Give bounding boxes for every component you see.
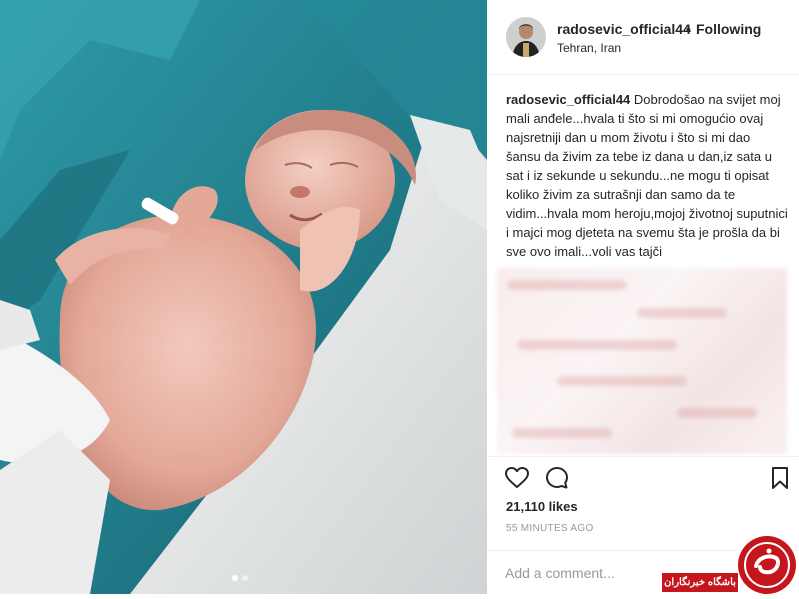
comment-input[interactable] [505, 563, 655, 583]
following-button[interactable]: Following [696, 21, 761, 37]
header-separator: • [686, 21, 691, 37]
watermark-text: باشگاه خبرنگاران [662, 573, 738, 592]
carousel-dot[interactable] [232, 575, 238, 581]
carousel-indicator [232, 575, 248, 581]
avatar-image [506, 17, 546, 57]
caption-username[interactable]: radosevic_official44 [506, 92, 630, 107]
speech-bubble-icon[interactable] [544, 465, 570, 491]
post-photo[interactable] [0, 0, 487, 594]
username-link[interactable]: radosevic_official44 [557, 21, 691, 37]
caption-text: Dobrodošao na svijet moj mali anđele...h… [506, 92, 788, 259]
avatar[interactable] [506, 17, 546, 57]
likes-count[interactable]: 21,110 likes [506, 499, 578, 514]
watermark-badge: باشگاه خبرنگاران [662, 536, 799, 594]
blurred-comments [497, 268, 787, 454]
post-timestamp[interactable]: 55 MINUTES AGO [506, 523, 594, 534]
post-details-panel: radosevic_official44 • Following Tehran,… [487, 0, 799, 594]
action-bar [487, 456, 799, 497]
newborn-photo [0, 0, 487, 594]
carousel-dot[interactable] [242, 575, 248, 581]
bookmark-icon[interactable] [767, 465, 793, 491]
location-link[interactable]: Tehran, Iran [557, 41, 621, 55]
post-caption: radosevic_official44 Dobrodošao na svije… [506, 90, 788, 261]
post-header: radosevic_official44 • Following Tehran,… [487, 0, 799, 75]
heart-icon[interactable] [504, 465, 530, 491]
news-logo-icon [738, 536, 796, 594]
